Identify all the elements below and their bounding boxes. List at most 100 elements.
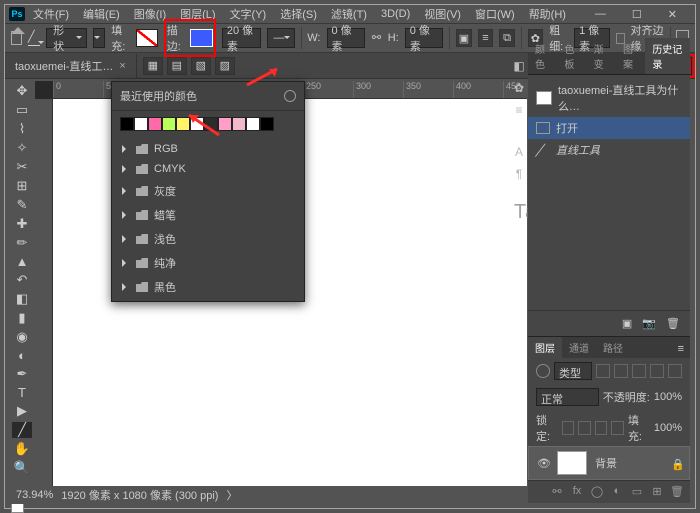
- eraser-tool[interactable]: ◧: [12, 291, 32, 307]
- swatch[interactable]: [232, 117, 246, 131]
- healing-tool[interactable]: ✚: [12, 216, 32, 232]
- stamp-tool[interactable]: ▲: [12, 254, 32, 269]
- swatch[interactable]: [134, 117, 148, 131]
- window-close[interactable]: ✕: [662, 6, 683, 23]
- snapshot-icon[interactable]: ▣: [622, 317, 632, 330]
- swatch[interactable]: [260, 117, 274, 131]
- align-icon[interactable]: ≡: [478, 29, 494, 47]
- fill-swatch[interactable]: [136, 29, 158, 47]
- lasso-tool[interactable]: ⌇: [12, 121, 32, 137]
- filter-smart-icon[interactable]: [668, 364, 682, 378]
- group-rgb[interactable]: RGB: [112, 139, 304, 159]
- menu-select[interactable]: 选择(S): [274, 4, 323, 24]
- camera-icon[interactable]: 📷: [642, 317, 656, 330]
- swatch[interactable]: [190, 117, 204, 131]
- menu-type[interactable]: 文字(Y): [224, 4, 273, 24]
- tab-layers[interactable]: 图层: [528, 337, 562, 358]
- window-maximize[interactable]: ☐: [626, 6, 648, 23]
- swatch[interactable]: [246, 117, 260, 131]
- swatch[interactable]: [162, 117, 176, 131]
- group-icon[interactable]: ▭: [630, 485, 644, 499]
- menu-window[interactable]: 窗口(W): [469, 4, 521, 24]
- visibility-eye-icon[interactable]: 👁: [537, 457, 549, 469]
- zoom-tool[interactable]: 🔍: [12, 460, 32, 476]
- collapsed-panel-icon-2[interactable]: ✿: [511, 81, 527, 97]
- stroke-width-field[interactable]: 20 像素: [222, 28, 261, 48]
- group-light[interactable]: 浅色: [112, 227, 304, 251]
- tab-patterns[interactable]: 图案: [616, 38, 645, 74]
- group-crayon[interactable]: 蜡笔: [112, 203, 304, 227]
- history-brush-tool[interactable]: ↶: [12, 272, 32, 288]
- adjustment-icon[interactable]: ◐: [610, 485, 624, 499]
- shape-mode-chevron[interactable]: [93, 28, 106, 48]
- history-step-linetool[interactable]: ╱ 直线工具: [528, 139, 690, 161]
- filter-adj-icon[interactable]: [614, 364, 628, 378]
- gradient-tool[interactable]: ▮: [12, 310, 32, 326]
- tab-color[interactable]: 颜色: [528, 38, 557, 74]
- panel-menu-icon[interactable]: ≡: [672, 340, 690, 358]
- hand-tool[interactable]: ✋: [12, 441, 32, 457]
- lock-all-icon[interactable]: [611, 421, 624, 435]
- layer-row-background[interactable]: 👁 背景 🔒: [528, 446, 690, 480]
- swatch[interactable]: [218, 117, 232, 131]
- width-field[interactable]: 0 像素: [327, 28, 366, 48]
- menu-edit[interactable]: 编辑(E): [77, 4, 126, 24]
- menu-help[interactable]: 帮助(H): [523, 4, 572, 24]
- document-tab[interactable]: taoxuemei-直线工… ×: [5, 54, 137, 78]
- trash-icon[interactable]: 🗑: [666, 317, 680, 330]
- viewmode-2[interactable]: ▤: [167, 57, 187, 75]
- swatch[interactable]: [120, 117, 134, 131]
- tab-channels[interactable]: 通道: [562, 337, 596, 358]
- menu-file[interactable]: 文件(F): [27, 4, 75, 24]
- tab-history[interactable]: 历史记录: [645, 38, 690, 74]
- height-field[interactable]: 0 像素: [405, 28, 444, 48]
- menu-3d[interactable]: 3D(D): [375, 6, 416, 22]
- history-document-row[interactable]: taoxuemei-直线工具为什么…: [528, 79, 690, 117]
- group-gray[interactable]: 灰度: [112, 179, 304, 203]
- blend-mode-dropdown[interactable]: 正常: [536, 388, 599, 406]
- tool-preset-icon[interactable]: ╱: [28, 30, 40, 46]
- filter-shape-icon[interactable]: [650, 364, 664, 378]
- magic-wand-tool[interactable]: ✧: [12, 140, 32, 156]
- filter-type-icon[interactable]: [632, 364, 646, 378]
- menu-filter[interactable]: 滤镜(T): [325, 4, 373, 24]
- opacity-value[interactable]: 100%: [654, 391, 682, 403]
- layer-fx-icon[interactable]: fx: [570, 485, 584, 499]
- swatch[interactable]: [176, 117, 190, 131]
- dodge-tool[interactable]: ◐: [12, 348, 32, 363]
- zoom-level[interactable]: 73.94%: [16, 489, 53, 501]
- shape-mode-dropdown[interactable]: 形状: [46, 28, 87, 48]
- link-layers-icon[interactable]: ⚯: [550, 485, 564, 499]
- menu-view[interactable]: 视图(V): [418, 4, 467, 24]
- stroke-swatch[interactable]: [190, 29, 212, 47]
- filter-pixmap-icon[interactable]: [596, 364, 610, 378]
- eyedropper-tool[interactable]: ✎: [12, 197, 32, 213]
- collapsed-panel-icon-4[interactable]: A: [511, 145, 527, 161]
- swatch[interactable]: [148, 117, 162, 131]
- app-icon[interactable]: Ps: [9, 7, 25, 21]
- info-chevron-icon[interactable]: 〉: [226, 487, 237, 503]
- blur-tool[interactable]: ◉: [12, 329, 32, 345]
- home-icon[interactable]: [11, 31, 22, 45]
- arrange-icon[interactable]: ⧉: [499, 29, 515, 47]
- type-tool[interactable]: T: [12, 385, 32, 400]
- tab-paths[interactable]: 路径: [596, 337, 630, 358]
- window-minimize[interactable]: —: [589, 6, 612, 23]
- mask-icon[interactable]: ◯: [590, 485, 604, 499]
- history-step-open[interactable]: 打开: [528, 117, 690, 139]
- collapsed-panel-icon-5[interactable]: ¶: [511, 167, 527, 183]
- stroke-style-dropdown[interactable]: —: [267, 28, 295, 48]
- filter-kind-dropdown[interactable]: 类型: [554, 362, 592, 380]
- popup-gear-icon[interactable]: [284, 90, 296, 102]
- lock-px-icon[interactable]: [562, 421, 575, 435]
- group-pure[interactable]: 纯净: [112, 251, 304, 275]
- frame-tool[interactable]: ⊞: [12, 178, 32, 194]
- path-ops-icon[interactable]: ▣: [456, 29, 472, 47]
- pen-tool[interactable]: ✒: [12, 366, 32, 382]
- group-cmyk[interactable]: CMYK: [112, 159, 304, 179]
- viewmode-4[interactable]: ▨: [215, 57, 235, 75]
- viewmode-1[interactable]: ▦: [143, 57, 163, 75]
- viewmode-3[interactable]: ▧: [191, 57, 211, 75]
- tab-gradients[interactable]: 渐变: [587, 38, 616, 74]
- line-tool[interactable]: ╱: [12, 422, 32, 438]
